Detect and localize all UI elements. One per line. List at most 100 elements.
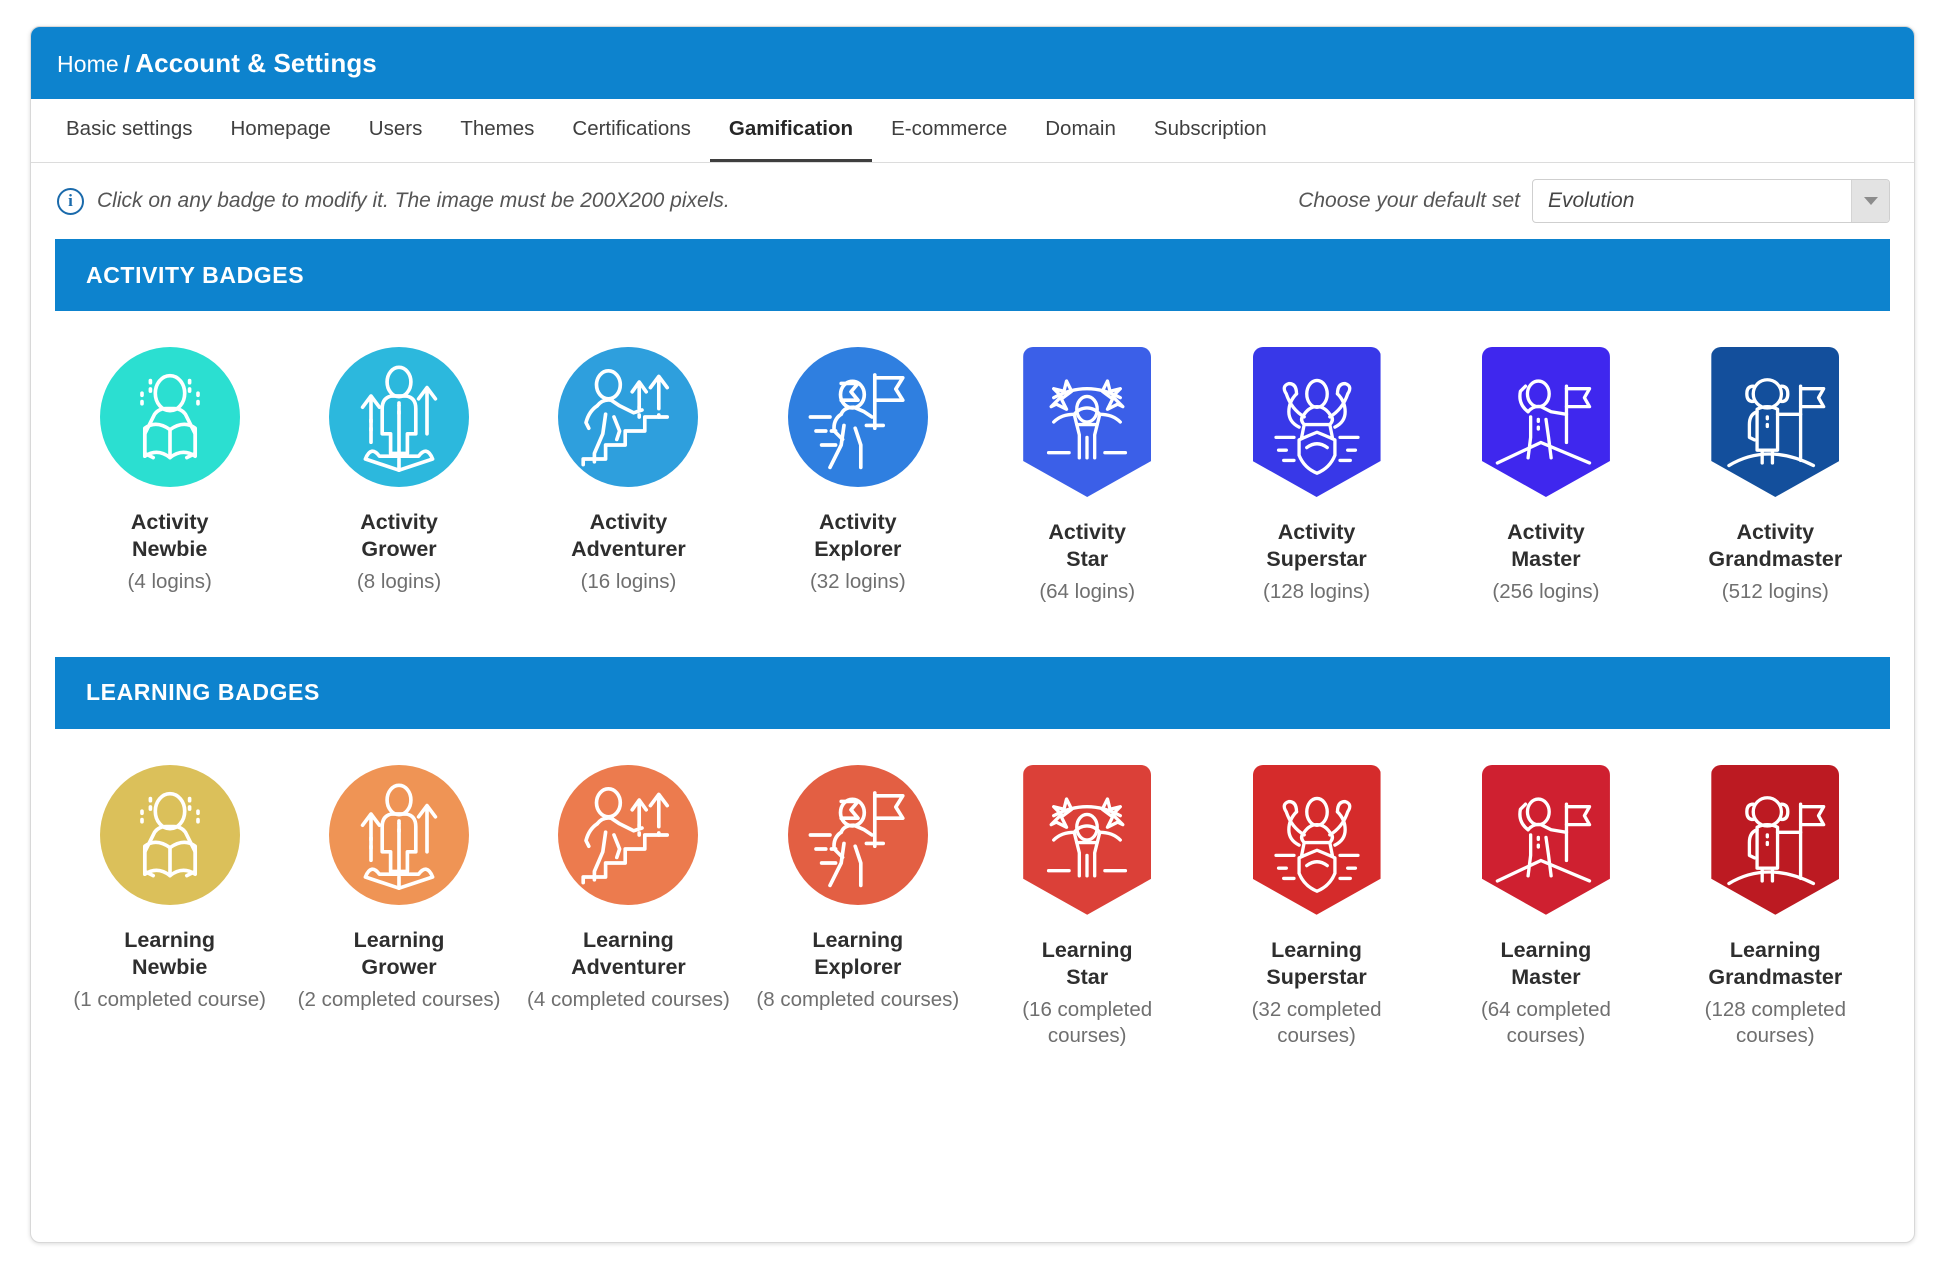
growth-badge-icon[interactable] — [329, 347, 470, 487]
badge-learning-adventurer[interactable]: Learning Adventurer (4 completed courses) — [514, 764, 743, 1049]
default-set-select[interactable]: Evolution — [1532, 179, 1890, 223]
info-circle-icon: i — [57, 187, 84, 215]
badge-requirement: (16 completed courses) — [1022, 997, 1153, 1047]
info-message: i Click on any badge to modify it. The i… — [57, 187, 730, 215]
default-set-chooser: Choose your default set Evolution — [1298, 179, 1890, 223]
badge-title-line2: Grower — [361, 536, 437, 561]
badge-title-line2: Superstar — [1266, 546, 1367, 571]
reader-badge-icon[interactable] — [99, 347, 240, 487]
badge-title-line1: Learning — [353, 927, 445, 952]
breadcrumb-home[interactable]: Home — [57, 51, 119, 77]
badge-title-line1: Activity — [589, 510, 668, 534]
badge-activity-grower[interactable]: Activity Grower (8 logins) — [284, 347, 513, 605]
tab-e-commerce[interactable]: E-commerce — [872, 99, 1026, 162]
badge-learning-master[interactable]: Learning Master (64 completed courses) — [1431, 764, 1660, 1049]
tab-homepage[interactable]: Homepage — [211, 99, 349, 162]
flag-runner-badge-icon[interactable] — [787, 347, 928, 487]
reader-badge-icon[interactable] — [99, 764, 240, 905]
badge-title: Activity Superstar — [1266, 519, 1366, 573]
badge-title-line1: Activity — [1507, 520, 1585, 544]
celebrate-badge-icon[interactable] — [1023, 764, 1152, 915]
badge-title-line2: Newbie — [132, 954, 208, 979]
astronaut-flag-badge-icon[interactable] — [1711, 764, 1840, 915]
tab-subscription[interactable]: Subscription — [1135, 99, 1286, 162]
muscle-shield-badge-icon[interactable] — [1252, 764, 1381, 915]
muscle-shield-badge-icon[interactable] — [1252, 347, 1381, 497]
badge-learning-superstar[interactable]: Learning Superstar (32 completed courses) — [1202, 764, 1431, 1049]
badge-title-line2: Newbie — [132, 536, 208, 561]
badge-title: Learning Superstar — [1266, 937, 1366, 991]
badge-activity-master[interactable]: Activity Master (256 logins) — [1431, 347, 1660, 605]
badge-sections: ACTIVITY BADGES Activity Newbie (4 logins)… — [31, 239, 1914, 1093]
badge-title-line2: Explorer — [814, 536, 902, 561]
astronaut-flag-badge-icon[interactable] — [1711, 347, 1840, 497]
badge-title-line1: Activity — [130, 510, 209, 534]
tab-basic-settings[interactable]: Basic settings — [47, 99, 211, 162]
badge-title-line2: Grandmaster — [1708, 546, 1843, 571]
badge-activity-explorer[interactable]: Activity Explorer (32 logins) — [743, 347, 972, 605]
default-set-value: Evolution — [1548, 189, 1635, 212]
info-text: Click on any badge to modify it. The ima… — [97, 189, 730, 212]
badge-activity-newbie[interactable]: Activity Newbie (4 logins) — [55, 347, 284, 605]
badge-title-line2: Adventurer — [571, 954, 686, 979]
badge-title-line1: Activity — [818, 510, 897, 534]
growth-badge-icon[interactable] — [329, 764, 470, 905]
badge-title-line1: Learning — [124, 927, 216, 952]
tab-gamification[interactable]: Gamification — [709, 99, 873, 162]
badge-requirement: (256 logins) — [1492, 579, 1600, 603]
badge-activity-adventurer[interactable]: Activity Adventurer (16 logins) — [514, 347, 743, 605]
badge-learning-star[interactable]: Learning Star (16 completed courses) — [973, 764, 1202, 1049]
tab-domain[interactable]: Domain — [1026, 99, 1135, 162]
badge-grid-activity: Activity Newbie (4 logins) Activity Grower(… — [55, 311, 1890, 605]
stairs-badge-icon[interactable] — [558, 347, 699, 487]
badge-requirement: (8 logins) — [356, 569, 442, 593]
badge-title: Learning Grower — [354, 927, 445, 981]
badge-title-line1: Activity — [1048, 520, 1127, 544]
badge-title-line1: Activity — [360, 510, 438, 534]
summit-flag-badge-icon[interactable] — [1481, 764, 1610, 915]
badge-learning-grower[interactable]: Learning Grower (2 completed courses) — [284, 764, 513, 1049]
settings-card: Home / Account & Settings Basic settings Ho… — [30, 26, 1915, 1243]
badge-activity-superstar[interactable]: Activity Superstar (128 logins) — [1202, 347, 1431, 605]
badge-title-line2: Master — [1511, 964, 1581, 989]
badge-learning-explorer[interactable]: Learning Explorer (8 completed courses) — [743, 764, 972, 1049]
badge-requirement: (128 logins) — [1263, 579, 1371, 603]
badge-requirement: (64 logins) — [1039, 579, 1136, 603]
celebrate-badge-icon[interactable] — [1023, 347, 1152, 497]
section-title: LEARNING BADGES — [86, 679, 320, 706]
breadcrumb: Home / Account & Settings — [57, 48, 377, 79]
badge-requirement: (128 completed courses) — [1704, 997, 1846, 1047]
badge-title: Learning Newbie — [124, 927, 215, 981]
badge-title-line1: Learning — [812, 927, 904, 952]
badge-title: Activity Explorer — [814, 509, 901, 563]
tab-themes[interactable]: Themes — [441, 99, 553, 162]
stairs-badge-icon[interactable] — [558, 764, 699, 905]
chevron-down-icon[interactable] — [1851, 180, 1889, 222]
badge-title-line2: Adventurer — [571, 536, 686, 561]
badge-title-line2: Master — [1511, 546, 1581, 571]
badge-activity-grandmaster[interactable]: Activity Grandmaster (512 logins) — [1661, 347, 1890, 605]
badge-learning-grandmaster[interactable]: Learning Grandmaster (128 completed course… — [1661, 764, 1890, 1049]
flag-runner-badge-icon[interactable] — [787, 764, 928, 905]
badge-learning-newbie[interactable]: Learning Newbie (1 completed course) — [55, 764, 284, 1049]
badge-title: Activity Grower — [360, 509, 438, 563]
settings-tab-bar[interactable]: Basic settings Homepage Users Themes Certifi… — [31, 99, 1914, 163]
badge-title-line1: Learning — [1500, 937, 1592, 962]
badge-activity-star[interactable]: Activity Star (64 logins) — [973, 347, 1202, 605]
page-background: Home / Account & Settings Basic settings Ho… — [0, 0, 1945, 1265]
badge-title: Activity Grandmaster — [1708, 519, 1842, 573]
tab-certifications[interactable]: Certifications — [553, 99, 710, 162]
badge-requirement: (4 logins) — [127, 569, 212, 593]
info-row: i Click on any badge to modify it. The i… — [31, 163, 1914, 239]
breadcrumb-current: Account & Settings — [135, 47, 377, 78]
badge-title-line2: Explorer — [814, 954, 902, 979]
badge-title: Activity Master — [1507, 519, 1585, 573]
section-title: ACTIVITY BADGES — [86, 261, 305, 288]
badge-title-line2: Grower — [361, 954, 437, 979]
tab-users[interactable]: Users — [350, 99, 442, 162]
badge-requirement: (32 logins) — [809, 569, 906, 593]
summit-flag-badge-icon[interactable] — [1481, 347, 1610, 497]
breadcrumb-separator: / — [123, 50, 131, 77]
